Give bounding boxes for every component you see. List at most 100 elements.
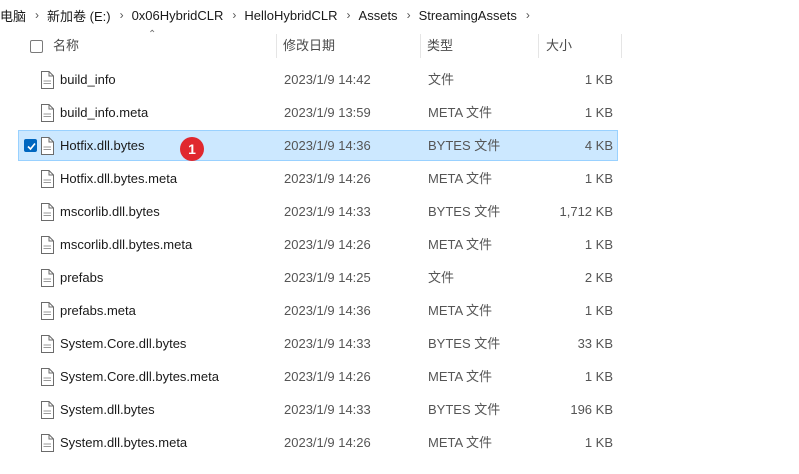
row-checkbox[interactable] — [24, 403, 37, 416]
file-size: 4 KB — [584, 138, 613, 153]
breadcrumb-item[interactable]: 电脑 — [0, 6, 29, 25]
file-size: 1,712 KB — [559, 204, 614, 219]
document-icon — [39, 401, 55, 419]
breadcrumb-item[interactable]: StreamingAssets — [419, 8, 520, 23]
file-name: Hotfix.dll.bytes — [60, 138, 145, 153]
column-header-row: ⌃ 名称 修改日期 类型 大小 — [18, 29, 623, 62]
row-checkbox[interactable] — [24, 436, 37, 449]
chevron-up-icon: ⌃ — [148, 29, 157, 40]
breadcrumb-item[interactable]: Assets — [359, 8, 401, 23]
row-checkbox[interactable] — [24, 205, 37, 218]
column-divider[interactable] — [276, 34, 277, 58]
file-row[interactable]: build_info 2023/1/9 14:42 文件 1 KB — [18, 64, 618, 95]
file-type: 文件 — [428, 270, 455, 285]
file-type: META 文件 — [428, 435, 493, 450]
document-icon — [39, 434, 55, 452]
document-icon — [39, 71, 55, 89]
row-checkbox[interactable] — [24, 304, 37, 317]
file-row[interactable]: Hotfix.dll.bytes 2023/1/9 14:36 BYTES 文件 4 … — [18, 130, 618, 161]
column-divider[interactable] — [538, 34, 539, 58]
file-row[interactable]: Hotfix.dll.bytes.meta 2023/1/9 14:26 META … — [18, 163, 618, 194]
document-icon — [39, 368, 55, 386]
file-type: META 文件 — [428, 237, 493, 252]
file-type: 文件 — [428, 72, 455, 87]
column-divider[interactable] — [420, 34, 421, 58]
file-row[interactable]: prefabs 2023/1/9 14:25 文件 2 KB — [18, 262, 618, 293]
breadcrumb-item[interactable]: 0x06HybridCLR — [132, 8, 227, 23]
file-type: BYTES 文件 — [428, 402, 501, 417]
file-row[interactable]: mscorlib.dll.bytes.meta 2023/1/9 14:26 MET… — [18, 229, 618, 260]
file-date: 2023/1/9 14:26 — [284, 435, 371, 450]
file-size: 1 KB — [584, 105, 613, 120]
file-size: 33 KB — [577, 336, 613, 351]
file-size: 1 KB — [584, 171, 613, 186]
document-icon — [39, 236, 55, 254]
file-name: Hotfix.dll.bytes.meta — [60, 171, 178, 186]
file-type: BYTES 文件 — [428, 336, 501, 351]
file-row[interactable]: prefabs.meta 2023/1/9 14:36 META 文件 1 KB — [18, 295, 618, 326]
chevron-right-icon[interactable]: › — [114, 8, 132, 22]
file-size: 1 KB — [584, 237, 613, 252]
file-name: mscorlib.dll.bytes.meta — [60, 237, 193, 252]
file-type: META 文件 — [428, 105, 493, 120]
file-row[interactable]: System.Core.dll.bytes.meta 2023/1/9 14:26… — [18, 361, 618, 392]
column-header-name[interactable]: 名称 — [53, 30, 79, 62]
file-type: META 文件 — [428, 303, 493, 318]
file-row[interactable]: build_info.meta 2023/1/9 13:59 META 文件 1 KB — [18, 97, 618, 128]
file-date: 2023/1/9 14:33 — [284, 336, 371, 351]
chevron-right-icon[interactable]: › — [226, 8, 244, 22]
chevron-right-icon[interactable]: › — [341, 8, 359, 22]
chevron-right-icon[interactable]: › — [401, 8, 419, 22]
document-icon — [39, 302, 55, 320]
column-header-date[interactable]: 修改日期 — [283, 30, 335, 62]
document-icon — [39, 269, 55, 287]
row-checkbox[interactable] — [24, 238, 37, 251]
file-date: 2023/1/9 14:25 — [284, 270, 371, 285]
file-row[interactable]: mscorlib.dll.bytes 2023/1/9 14:33 BYTES 文件… — [18, 196, 618, 227]
file-name: mscorlib.dll.bytes — [60, 204, 160, 219]
file-date: 2023/1/9 14:26 — [284, 171, 371, 186]
file-name: System.Core.dll.bytes.meta — [60, 369, 219, 384]
chevron-right-icon[interactable]: › — [29, 8, 47, 22]
column-header-type[interactable]: 类型 — [427, 30, 453, 62]
row-checkbox[interactable] — [24, 370, 37, 383]
row-checkbox[interactable] — [24, 337, 37, 350]
document-icon — [39, 170, 55, 188]
file-name: System.Core.dll.bytes — [60, 336, 187, 351]
file-name: build_info — [60, 72, 116, 87]
file-name: System.dll.bytes.meta — [60, 435, 188, 450]
file-date: 2023/1/9 14:33 — [284, 402, 371, 417]
file-type: META 文件 — [428, 369, 493, 384]
document-icon — [39, 203, 55, 221]
breadcrumb-item[interactable]: 新加卷 (E:) — [47, 6, 114, 25]
row-checkbox[interactable] — [24, 172, 37, 185]
breadcrumb-item[interactable]: HelloHybridCLR — [244, 8, 340, 23]
file-date: 2023/1/9 14:26 — [284, 237, 371, 252]
column-header-size[interactable]: 大小 — [546, 30, 572, 62]
file-row[interactable]: System.dll.bytes.meta 2023/1/9 14:26 META … — [18, 427, 618, 458]
file-date: 2023/1/9 13:59 — [284, 105, 371, 120]
document-icon — [39, 335, 55, 353]
document-icon — [39, 104, 55, 122]
row-checkbox[interactable] — [24, 139, 37, 152]
select-all-checkbox[interactable] — [30, 40, 43, 53]
document-icon — [39, 137, 55, 155]
file-size: 1 KB — [584, 369, 613, 384]
file-list: build_info 2023/1/9 14:42 文件 1 KB build_info… — [18, 64, 618, 460]
file-row[interactable]: System.Core.dll.bytes 2023/1/9 14:33 BYTES… — [18, 328, 618, 359]
file-date: 2023/1/9 14:26 — [284, 369, 371, 384]
file-size: 1 KB — [584, 303, 613, 318]
file-name: prefabs — [60, 270, 104, 285]
file-date: 2023/1/9 14:36 — [284, 138, 371, 153]
column-divider[interactable] — [621, 34, 622, 58]
file-size: 2 KB — [584, 270, 613, 285]
file-row[interactable]: System.dll.bytes 2023/1/9 14:33 BYTES 文件 19… — [18, 394, 618, 425]
chevron-right-icon[interactable]: › — [520, 8, 538, 22]
row-checkbox[interactable] — [24, 271, 37, 284]
file-type: META 文件 — [428, 171, 493, 186]
row-checkbox[interactable] — [24, 73, 37, 86]
file-size: 1 KB — [584, 435, 613, 450]
file-date: 2023/1/9 14:33 — [284, 204, 371, 219]
file-type: BYTES 文件 — [428, 204, 501, 219]
row-checkbox[interactable] — [24, 106, 37, 119]
